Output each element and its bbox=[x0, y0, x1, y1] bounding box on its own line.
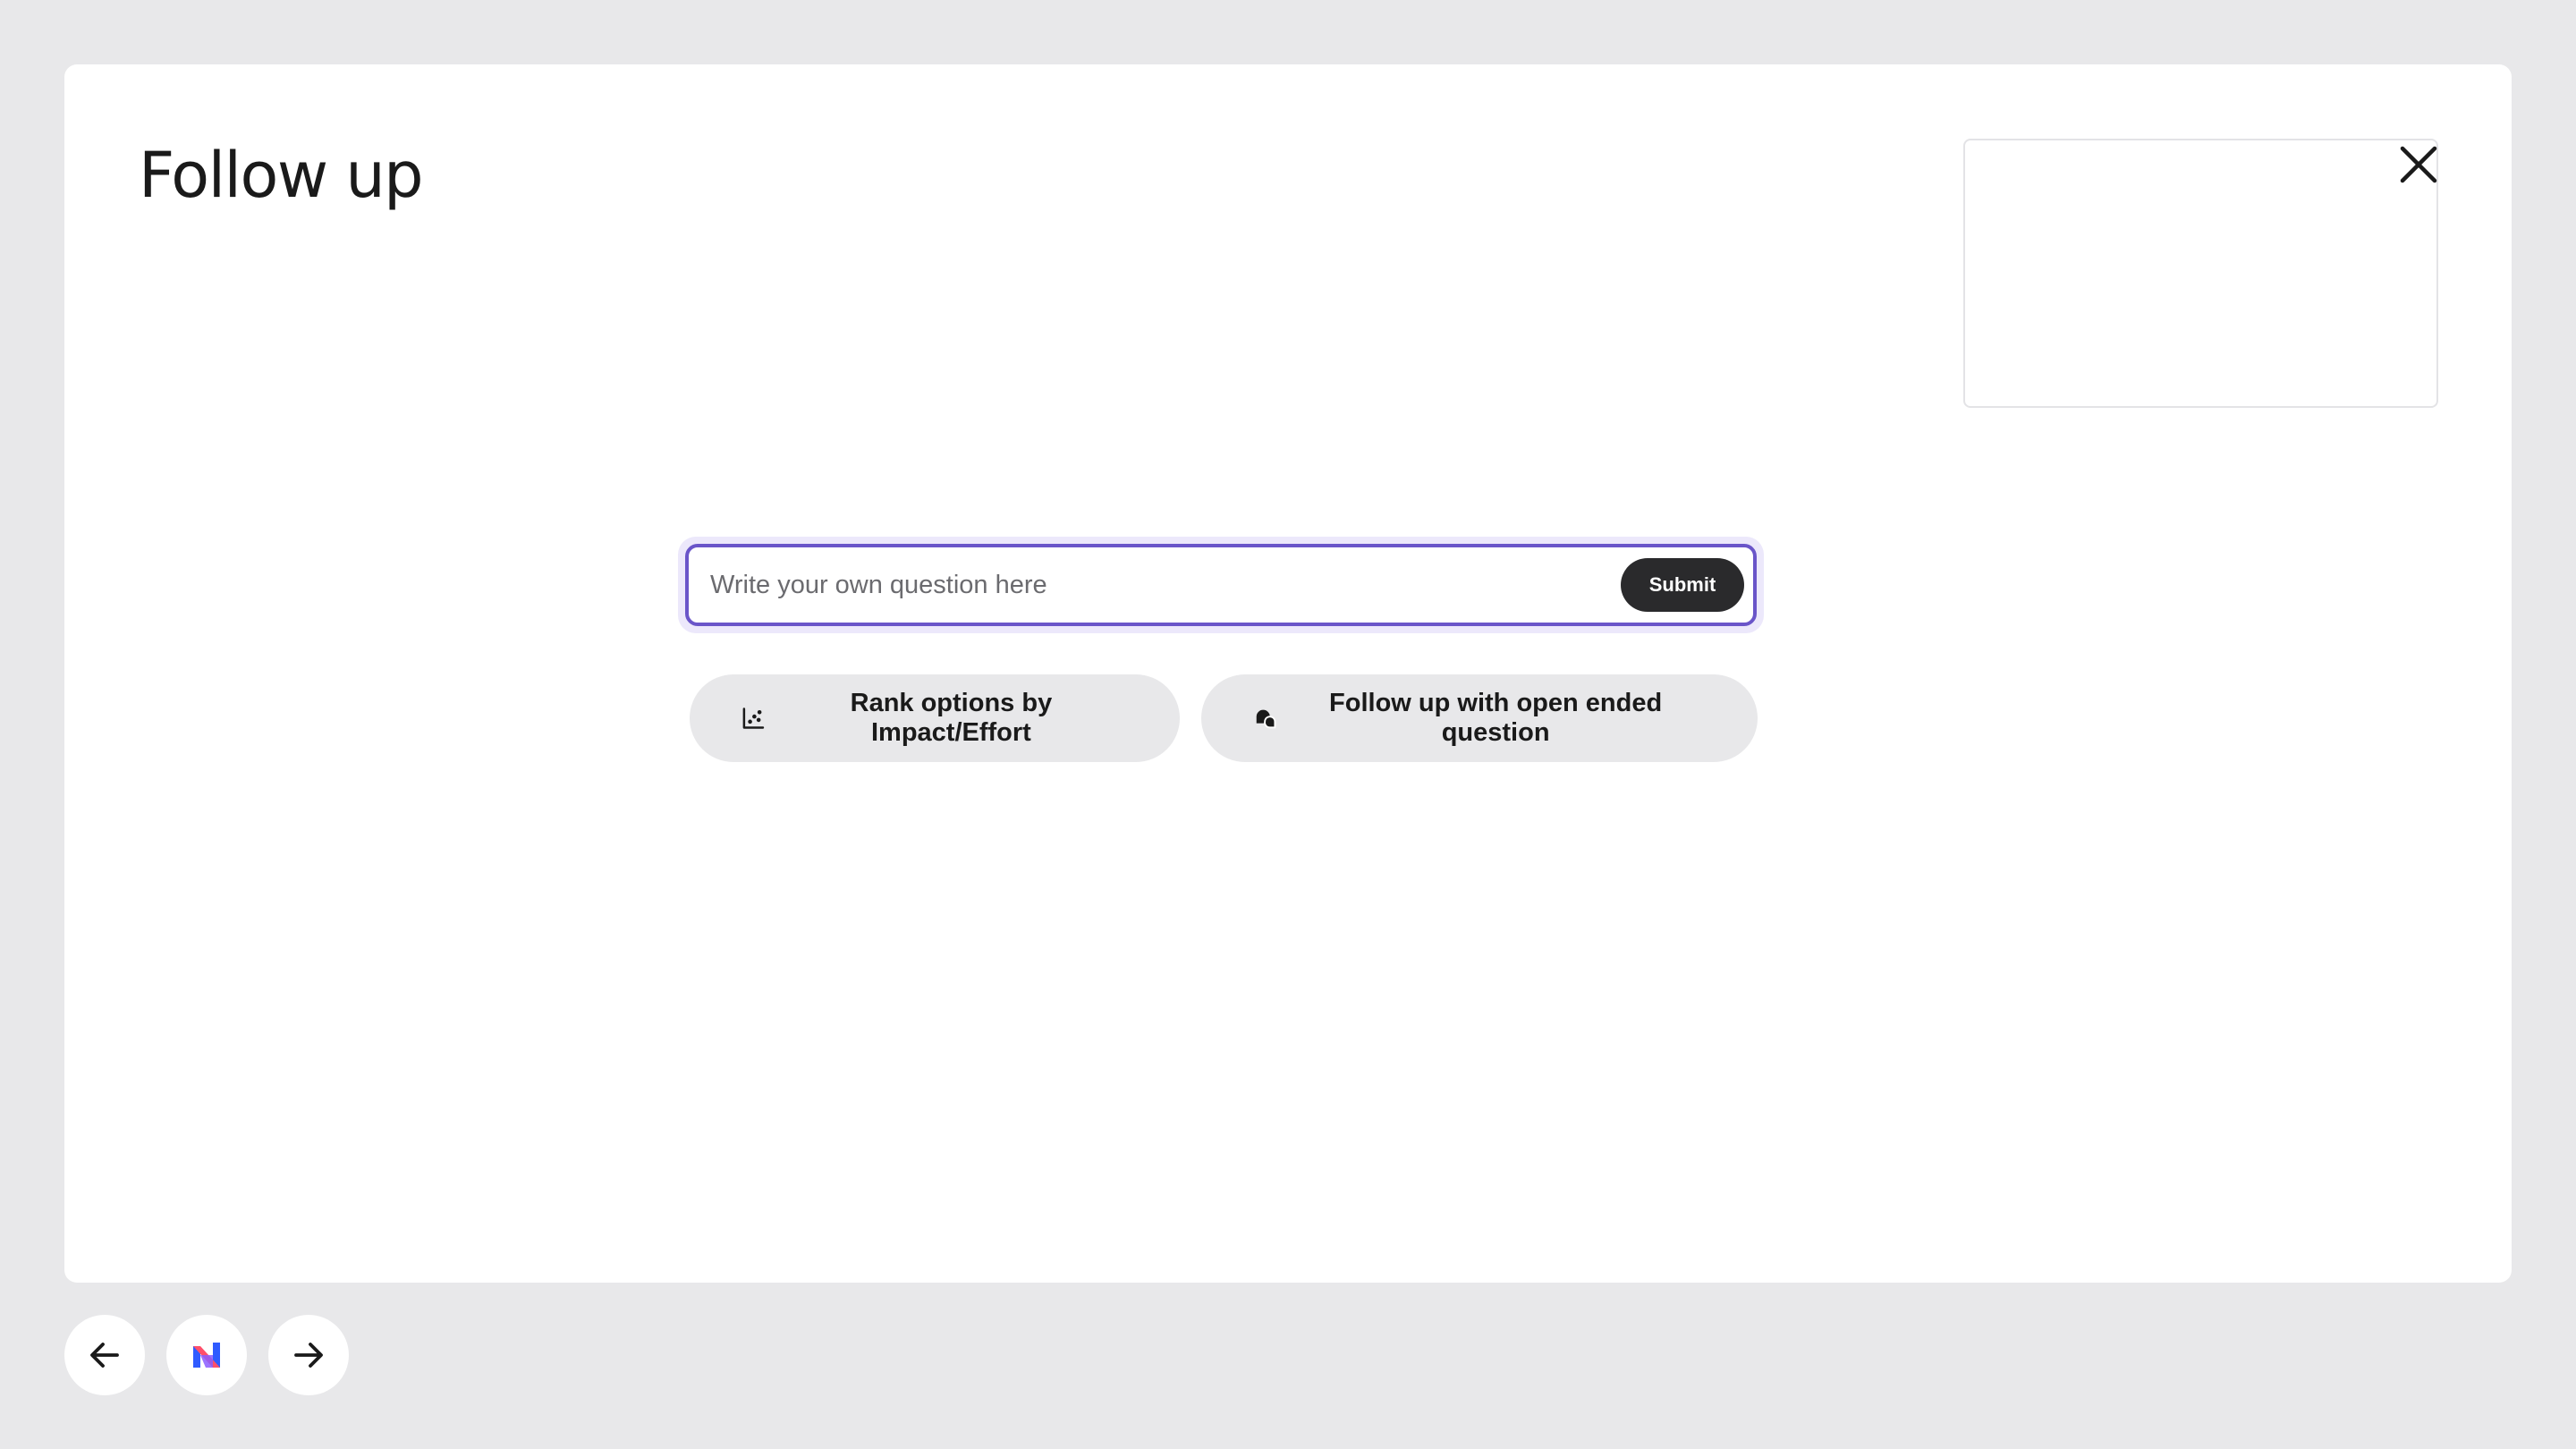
suggestion-rank-options-button[interactable]: Rank options by Impact/Effort bbox=[690, 674, 1180, 762]
arrow-left-icon bbox=[90, 1343, 119, 1368]
question-input[interactable] bbox=[710, 547, 1605, 623]
page-title: Follow up bbox=[139, 139, 424, 212]
chat-bubbles-icon bbox=[1256, 709, 1276, 729]
bottom-navigation bbox=[64, 1315, 349, 1395]
presentation-card: Follow up bbox=[64, 64, 2512, 1283]
suggestion-label: Rank options by Impact/Effort bbox=[850, 689, 1053, 747]
back-button[interactable] bbox=[64, 1315, 145, 1395]
question-input-box: Submit bbox=[685, 544, 1757, 626]
scatter-chart-icon bbox=[742, 708, 765, 729]
close-icon bbox=[2400, 146, 2437, 183]
app-logo bbox=[193, 1343, 220, 1368]
preview-panel bbox=[1963, 139, 2438, 408]
arrow-right-icon bbox=[294, 1343, 323, 1368]
close-button[interactable] bbox=[2390, 136, 2447, 193]
suggestion-follow-up-button[interactable]: Follow up with open ended question bbox=[1201, 674, 1758, 762]
suggestion-list: Rank options by Impact/Effort Follow up … bbox=[690, 674, 1758, 762]
forward-button[interactable] bbox=[268, 1315, 349, 1395]
app-logo-button[interactable] bbox=[166, 1315, 247, 1395]
submit-button[interactable]: Submit bbox=[1621, 558, 1744, 612]
question-input-wrapper: Submit bbox=[678, 537, 1764, 633]
suggestion-label: Follow up with open ended question bbox=[1329, 689, 1663, 747]
